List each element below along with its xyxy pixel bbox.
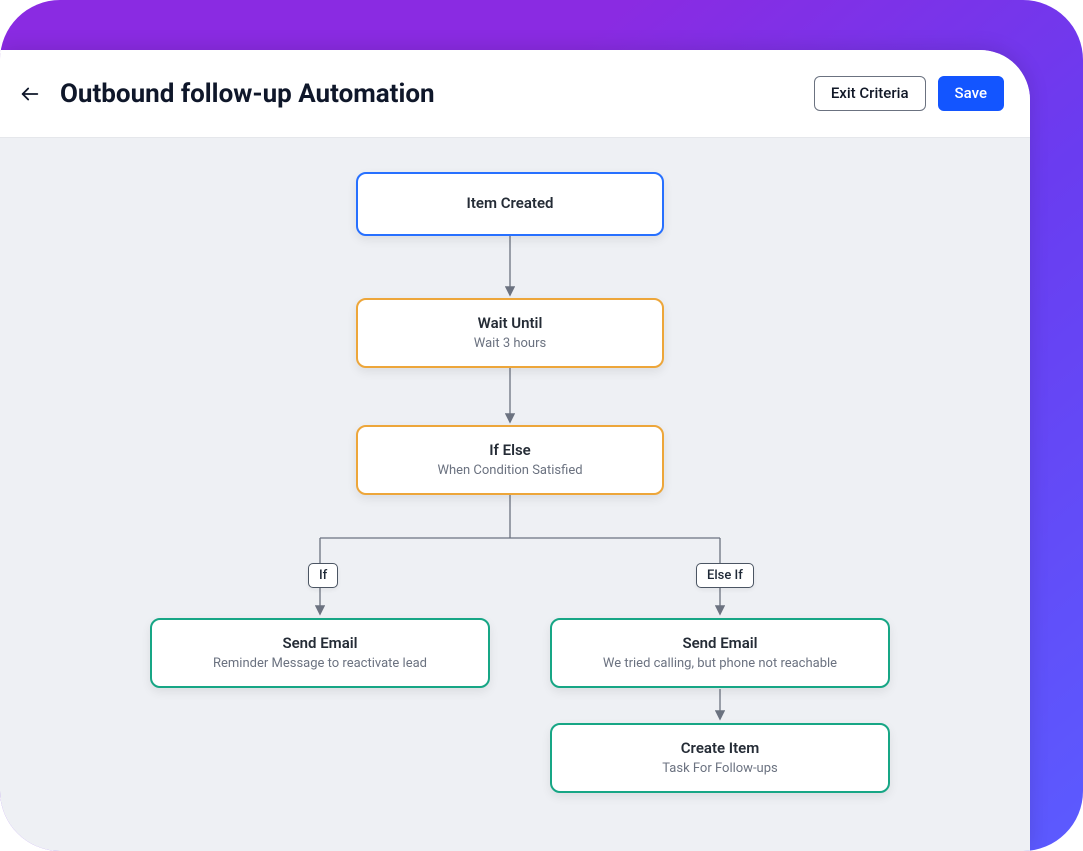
node-title: Wait Until <box>478 314 543 334</box>
node-subtitle: Reminder Message to reactivate lead <box>213 656 427 673</box>
topbar-right: Exit Criteria Save <box>814 76 1004 111</box>
node-subtitle: We tried calling, but phone not reachabl… <box>603 656 837 673</box>
node-wait-until[interactable]: Wait Until Wait 3 hours <box>356 298 664 368</box>
node-subtitle: Wait 3 hours <box>474 336 546 353</box>
topbar: Outbound follow-up Automation Exit Crite… <box>0 50 1030 138</box>
branch-label-if: If <box>308 563 338 588</box>
node-title: Send Email <box>282 634 357 654</box>
arrow-left-icon <box>19 83 41 105</box>
node-title: If Else <box>489 441 531 461</box>
back-button[interactable] <box>16 80 44 108</box>
topbar-left: Outbound follow-up Automation <box>16 79 435 109</box>
node-subtitle: When Condition Satisfied <box>437 463 582 480</box>
node-title: Item Created <box>467 194 554 214</box>
node-subtitle: Task For Follow-ups <box>662 761 777 778</box>
save-button[interactable]: Save <box>938 76 1004 111</box>
flow-canvas[interactable]: Item Created Wait Until Wait 3 hours If … <box>0 138 1030 851</box>
branch-label-elseif: Else If <box>696 563 754 588</box>
node-send-email-elseif[interactable]: Send Email We tried calling, but phone n… <box>550 618 890 688</box>
node-create-item[interactable]: Create Item Task For Follow-ups <box>550 723 890 793</box>
exit-criteria-button[interactable]: Exit Criteria <box>814 76 926 111</box>
app-background: Outbound follow-up Automation Exit Crite… <box>0 0 1083 851</box>
node-title: Send Email <box>682 634 757 654</box>
app-window: Outbound follow-up Automation Exit Crite… <box>0 50 1030 851</box>
page-title: Outbound follow-up Automation <box>60 79 435 109</box>
node-send-email-if[interactable]: Send Email Reminder Message to reactivat… <box>150 618 490 688</box>
node-title: Create Item <box>681 739 760 759</box>
node-item-created[interactable]: Item Created <box>356 172 664 236</box>
node-if-else[interactable]: If Else When Condition Satisfied <box>356 425 664 495</box>
